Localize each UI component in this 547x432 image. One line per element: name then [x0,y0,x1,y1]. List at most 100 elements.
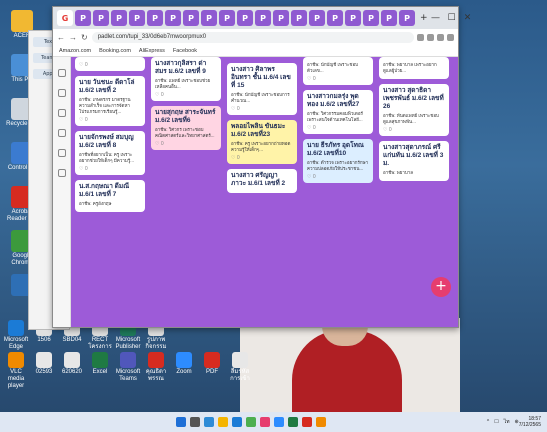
taskbar-app-icon[interactable] [190,417,200,427]
post-title: นาย วันชนะ ดีดาโล่ ม.6/2 เลขที่ 2 [79,79,135,94]
taskbar-app-icon[interactable] [204,417,214,427]
post-card[interactable]: นางสาว สุดาธิดา เพชรพันธ์ ม.6/2 เลขที่ 2… [379,84,449,136]
tray-expand-icon[interactable]: ^ [487,419,489,425]
start-icon[interactable] [176,417,186,427]
taskbar-app-icon[interactable] [218,417,228,427]
taskbar-app-icon[interactable] [260,417,270,427]
desktop-icon[interactable]: ลืมรหัสการเข้า [226,352,254,383]
browser-tab[interactable]: P [255,10,271,26]
browser-tab[interactable]: P [165,10,181,26]
like-count[interactable]: ♡ 0 [155,141,217,147]
sidebar-icon[interactable] [57,69,66,77]
desktop-icon-label: คุณธิดาพรรณ [145,369,167,382]
taskbar-app-icon[interactable] [302,417,312,427]
maximize-button[interactable]: ☐ [444,13,460,23]
post-card[interactable]: นาย ธีรภัทร อุดโทณ ม.6/2 เลขที่10 อาชีพ: … [303,139,373,183]
extension-icon[interactable] [437,33,444,41]
post-card[interactable]: นาย วันชนะ ดีดาโล่ ม.6/2 เลขที่ 2 อาชีพ: … [75,76,145,126]
browser-tab[interactable]: P [129,10,145,26]
language-indicator[interactable]: ไท [504,418,510,426]
browser-tab[interactable]: P [147,10,163,26]
post-card[interactable]: น.ส.กฤษณา ดีมณี ม.6/1 เลขที่ 7 อาชีพ: ครู… [75,180,145,212]
post-card[interactable]: นายสุกฤษ สาระจันทร์ ม.6/2 เลขที่6 อาชีพ: … [151,106,221,150]
post-card[interactable]: อาชีพ: พยาบาล เพราะอยากดูแลผู้ป่วย... [379,57,449,79]
sidebar-icon[interactable] [57,89,66,97]
taskbar-app-icon[interactable] [246,417,256,427]
padlet-column: อาชีพ: นักบัญชี เพราะชอบตัวเลข... ♡ 0 นางส… [303,57,373,188]
taskbar-app-icon[interactable] [288,417,298,427]
sidebar-icon[interactable] [57,149,66,157]
browser-tab[interactable]: P [291,10,307,26]
browser-tab[interactable]: P [327,10,343,26]
minimize-button[interactable]: — [428,13,444,23]
post-card[interactable]: นางสาว ศิลาพร อินทรา ชั้น ม.6/4 เลขที่ 1… [227,63,297,115]
desktop-icon[interactable]: Excel [86,352,114,376]
desktop-icon[interactable]: PDF [198,352,226,376]
browser-tab[interactable]: P [237,10,253,26]
desktop-icon[interactable]: VLC media player [2,352,30,390]
extension-icon[interactable] [427,33,434,41]
sidebar-icon[interactable] [57,169,66,177]
taskbar-app-icon[interactable] [274,417,284,427]
like-count[interactable]: ♡ 0 [231,106,293,112]
padlet-column: อาชีพ: พยาบาล เพราะอยากดูแลผู้ป่วย... นาง… [379,57,449,186]
like-count[interactable]: ♡ 0 [307,76,369,82]
post-card[interactable]: อาชีพ: นักบัญชี เพราะชอบตัวเลข... ♡ 0 [303,57,373,85]
tray-icon[interactable]: ☐ [494,419,498,425]
clock[interactable]: 18:57 7/12/2565 [519,416,541,428]
post-card[interactable]: นางสาวกมลรุ่ง พุดทอง ม.6/2 เลขที่27 อาชีพ… [303,90,373,134]
close-button[interactable]: ✕ [460,13,476,23]
like-count[interactable]: ♡ 0 [79,117,141,123]
browser-tab[interactable]: P [399,10,415,26]
like-count[interactable]: ♡ 0 [79,166,141,172]
like-count[interactable]: ♡ 0 [79,62,141,68]
extension-icon[interactable] [417,33,424,41]
post-card[interactable]: นายจักรพงษ์ สมบุญ ม.6/2 เลขที่ 8 อาชีพที่… [75,131,145,175]
like-count[interactable]: ♡ 0 [155,92,217,98]
desktop-icon[interactable]: Microsoft Edge [2,320,30,351]
desktop-icon[interactable]: 620620 [58,352,86,376]
taskbar-app-icon[interactable] [232,417,242,427]
browser-tab[interactable]: G [57,10,73,26]
post-card[interactable]: พลอยไพลิน ขันธมะ ม.6/2 เลขที่23 อาชีพ: คร… [227,120,297,164]
browser-tab[interactable]: P [381,10,397,26]
new-tab-button[interactable]: + [420,13,428,23]
desktop-icon[interactable]: Zoom [170,352,198,376]
post-card[interactable]: นางสาวสุดาภรณ์ ศรีแก่นทัน ม.6/2 เลขที่ 3… [379,141,449,181]
browser-tab[interactable]: P [219,10,235,26]
like-count[interactable]: ♡ 0 [307,174,369,180]
browser-tab[interactable]: P [201,10,217,26]
sidebar-icon[interactable] [57,129,66,137]
browser-tab[interactable]: P [345,10,361,26]
browser-tab[interactable]: P [183,10,199,26]
post-card[interactable]: ♡ 0 [75,57,145,71]
browser-tab[interactable]: P [111,10,127,26]
bookmark-item[interactable]: Facebook [173,48,197,54]
desktop-icon-label: 620620 [61,369,83,375]
sidebar-icon[interactable] [57,109,66,117]
app-icon [92,352,108,368]
like-count[interactable]: ♡ 0 [307,125,369,131]
like-count[interactable]: ♡ 0 [383,127,445,133]
browser-tab[interactable]: P [363,10,379,26]
post-card[interactable]: นางสาวกุลิสรา ด่าสมร ม.6/2 เลขที่ 9 อาชีพ… [151,57,221,101]
bookmark-item[interactable]: Booking.com [99,48,131,54]
browser-tab[interactable]: P [273,10,289,26]
like-count[interactable]: ♡ 0 [231,155,293,161]
back-icon[interactable]: ← [57,33,65,42]
forward-icon[interactable]: → [69,33,77,42]
post-card[interactable]: นางสาว ศรัญญา ภาวะ ม.6/1 เลขที่ 2 [227,169,297,193]
add-post-button[interactable]: + [431,277,451,297]
browser-tab[interactable]: P [75,10,91,26]
browser-tab[interactable]: P [309,10,325,26]
address-bar[interactable]: padlet.com/tupi_33/0d6eb7mwoorpmux0 [91,31,414,43]
bookmark-item[interactable]: Amazon.com [59,48,91,54]
desktop-icon[interactable]: คุณธิดาพรรณ [142,352,170,383]
taskbar-app-icon[interactable] [316,417,326,427]
bookmark-item[interactable]: AliExpress [139,48,165,54]
desktop-icon[interactable]: Microsoft Teams [114,352,142,383]
desktop-icon[interactable]: 02593 [30,352,58,376]
browser-tab[interactable]: P [93,10,109,26]
reload-icon[interactable]: ↻ [81,33,88,42]
profile-icon[interactable] [447,33,454,41]
